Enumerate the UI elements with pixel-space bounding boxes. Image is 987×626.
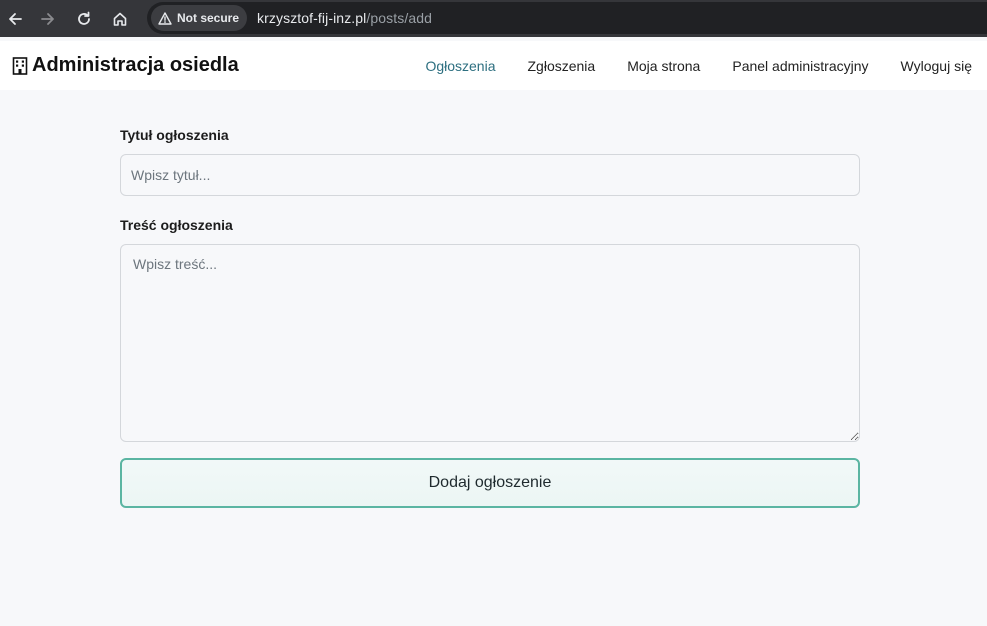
add-post-button[interactable]: Dodaj ogłoszenie xyxy=(120,458,860,508)
site-navbar: Administracja osiedla Ogłoszenia Zgłosze… xyxy=(0,41,987,90)
security-label: Not secure xyxy=(177,11,240,25)
brand-title: Administracja osiedla xyxy=(32,54,239,76)
url-text[interactable]: krzysztof-fij-inz.pl/posts/add xyxy=(257,10,432,26)
nav-link-moja-strona[interactable]: Moja strona xyxy=(627,58,700,74)
site-brand[interactable]: Administracja osiedla xyxy=(12,54,239,77)
nav-link-panel-administracyjny[interactable]: Panel administracyjny xyxy=(732,58,868,74)
browser-toolbar: Not secure krzysztof-fij-inz.pl/posts/ad… xyxy=(0,0,987,37)
security-chip[interactable]: Not secure xyxy=(151,5,248,31)
url-host: krzysztof-fij-inz.pl xyxy=(257,10,367,26)
forward-arrow-icon[interactable] xyxy=(30,0,66,37)
nav-link-wyloguj[interactable]: Wyloguj się xyxy=(901,58,972,74)
warning-triangle-icon xyxy=(158,11,172,25)
nav-link-zgloszenia[interactable]: Zgłoszenia xyxy=(528,58,596,74)
title-input[interactable] xyxy=(120,154,860,196)
reload-icon[interactable] xyxy=(66,0,102,37)
nav-link-ogloszenia[interactable]: Ogłoszenia xyxy=(425,58,495,74)
body-textarea[interactable] xyxy=(120,244,860,442)
back-arrow-icon[interactable] xyxy=(0,0,30,37)
url-path: /posts/add xyxy=(366,10,432,26)
address-bar[interactable]: Not secure krzysztof-fij-inz.pl/posts/ad… xyxy=(147,2,987,34)
body-label: Treść ogłoszenia xyxy=(120,217,233,233)
nav-links: Ogłoszenia Zgłoszenia Moja strona Panel … xyxy=(393,58,972,74)
title-label: Tytuł ogłoszenia xyxy=(120,127,229,143)
home-icon[interactable] xyxy=(102,0,138,37)
building-icon xyxy=(12,56,28,75)
